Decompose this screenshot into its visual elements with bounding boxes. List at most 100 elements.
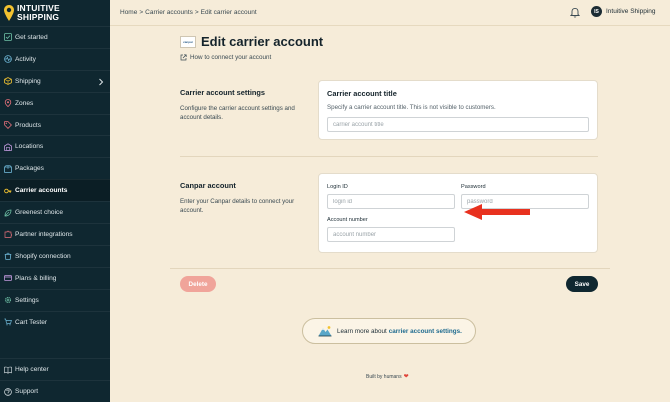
password-label: Password bbox=[461, 184, 486, 190]
mountain-illustration-icon bbox=[318, 326, 332, 337]
sidebar-item-label: Locations bbox=[15, 143, 44, 151]
breadcrumb-separator: > bbox=[139, 9, 144, 16]
puzzle-icon bbox=[4, 231, 12, 239]
sidebar-item-label: Settings bbox=[15, 296, 39, 304]
login-id-input[interactable] bbox=[327, 194, 455, 209]
sidebar-item-label: Greenest choice bbox=[15, 209, 64, 217]
package-icon bbox=[4, 165, 12, 173]
sidebar-item-shopify-connection[interactable]: Shopify connection bbox=[0, 244, 110, 267]
location-pin-logo-icon bbox=[4, 5, 14, 21]
carrier-account-settings-link[interactable]: carrier account settings. bbox=[389, 328, 462, 335]
page-title: Edit carrier account bbox=[201, 34, 324, 49]
activity-icon bbox=[4, 55, 12, 64]
sidebar-item-label: Shipping bbox=[15, 77, 41, 85]
sidebar-item-label: Partner integrations bbox=[15, 230, 73, 238]
sidebar-item-label: Carrier accounts bbox=[15, 187, 68, 195]
shipping-icon bbox=[4, 77, 12, 86]
leaf-icon bbox=[4, 209, 12, 216]
sidebar-item-label: Products bbox=[15, 121, 42, 129]
checklist-icon bbox=[4, 33, 12, 42]
avatar[interactable]: IS bbox=[591, 6, 602, 17]
sidebar-item-settings[interactable]: Settings bbox=[0, 288, 110, 311]
sidebar-item-label: Packages bbox=[15, 165, 44, 173]
annotation-arrow-icon bbox=[464, 204, 530, 220]
gear-icon bbox=[4, 297, 12, 304]
how-to-connect-text: How to connect your account bbox=[190, 54, 272, 61]
key-icon bbox=[4, 188, 12, 193]
sidebar-item-zones[interactable]: Zones bbox=[0, 91, 110, 114]
logo-text-line2: SHIPPING bbox=[17, 12, 60, 22]
breadcrumb-current: Edit carrier account bbox=[200, 9, 257, 16]
carrier-account-settings-heading: Carrier account settings bbox=[180, 88, 266, 97]
location-pin-icon bbox=[4, 99, 12, 108]
chevron-right-icon bbox=[99, 78, 104, 86]
shopify-icon bbox=[4, 253, 12, 261]
section-divider bbox=[180, 156, 598, 157]
sidebar-item-carrier-accounts[interactable]: Carrier accounts bbox=[0, 179, 110, 202]
sidebar-item-help-center[interactable]: Help center bbox=[0, 358, 110, 380]
breadcrumb-separator: > bbox=[194, 9, 199, 16]
sidebar-item-label: Help center bbox=[15, 366, 49, 373]
account-name[interactable]: Intuitive Shipping bbox=[606, 8, 656, 15]
sidebar-item-shipping[interactable]: Shipping bbox=[0, 69, 110, 92]
warehouse-icon bbox=[4, 143, 12, 151]
login-id-label: Login ID bbox=[327, 184, 348, 190]
actions-divider bbox=[170, 268, 610, 269]
account-number-input[interactable] bbox=[327, 227, 455, 242]
account-number-label: Account number bbox=[327, 217, 368, 223]
heart-icon: ❤ bbox=[403, 374, 409, 380]
canpar-account-description: Enter your Canpar details to connect you… bbox=[180, 198, 295, 214]
credit-card-icon bbox=[4, 275, 12, 282]
external-link-icon bbox=[180, 54, 187, 61]
sidebar-item-partner-integrations[interactable]: Partner integrations bbox=[0, 223, 110, 245]
canpar-logo: canpar bbox=[180, 35, 196, 48]
bell-icon[interactable] bbox=[570, 7, 580, 18]
book-icon bbox=[4, 366, 12, 374]
carrier-account-title-input[interactable] bbox=[327, 117, 589, 132]
sidebar-item-packages[interactable]: Packages bbox=[0, 157, 110, 179]
sidebar-item-get-started[interactable]: Get started bbox=[0, 26, 110, 48]
carrier-account-settings-description: Configure the carrier account settings a… bbox=[180, 105, 295, 121]
save-button[interactable]: Save bbox=[566, 276, 598, 292]
tag-icon bbox=[4, 121, 12, 129]
sidebar-item-label: Get started bbox=[15, 33, 48, 41]
sidebar-item-products[interactable]: Products bbox=[0, 113, 110, 136]
sidebar-item-greenest-choice[interactable]: Greenest choice bbox=[0, 201, 110, 223]
sidebar-item-activity[interactable]: Activity bbox=[0, 47, 110, 70]
delete-button[interactable]: Delete bbox=[180, 276, 216, 292]
sidebar-item-label: Zones bbox=[15, 99, 34, 107]
logo-text: INTUITIVE SHIPPING bbox=[17, 4, 60, 22]
sidebar-nav: Get started Activity Shipping Zones Prod… bbox=[0, 26, 110, 332]
main-content: canpar Edit carrier account How to conne… bbox=[110, 26, 670, 402]
built-by-text: Built by humans bbox=[366, 373, 402, 380]
canpar-credentials-card: Login ID Password Account number bbox=[318, 173, 598, 253]
cart-icon bbox=[4, 318, 12, 326]
help-circle-icon bbox=[4, 387, 12, 396]
sidebar-item-label: Support bbox=[15, 388, 39, 395]
breadcrumb-carrier-accounts[interactable]: Carrier accounts bbox=[145, 9, 193, 16]
carrier-account-title-card: Carrier account title Specify a carrier … bbox=[318, 80, 598, 140]
learn-more-banner[interactable]: Learn more about carrier account setting… bbox=[302, 318, 476, 344]
canpar-account-heading: Canpar account bbox=[180, 181, 236, 190]
sidebar-item-support[interactable]: Support bbox=[0, 380, 110, 402]
sidebar-item-label: Plans & billing bbox=[15, 274, 57, 282]
sidebar-item-plans-billing[interactable]: Plans & billing bbox=[0, 266, 110, 289]
breadcrumb: Home > Carrier accounts > Edit carrier a… bbox=[120, 9, 257, 16]
page-title-row: canpar Edit carrier account bbox=[180, 34, 323, 49]
footer-note: Built by humans ❤ bbox=[366, 373, 409, 381]
canpar-logo-text: canpar bbox=[183, 39, 193, 44]
how-to-connect-link[interactable]: How to connect your account bbox=[180, 54, 271, 61]
sidebar-item-locations[interactable]: Locations bbox=[0, 135, 110, 157]
sidebar-bottom-nav: Help center Support bbox=[0, 358, 110, 402]
carrier-account-title-heading: Carrier account title bbox=[327, 89, 397, 98]
learn-more-text: Learn more about bbox=[337, 327, 387, 335]
sidebar-item-label: Shopify connection bbox=[15, 252, 71, 260]
carrier-account-title-subtitle: Specify a carrier account title. This is… bbox=[327, 104, 496, 111]
breadcrumb-home[interactable]: Home bbox=[120, 9, 137, 16]
app-logo[interactable]: INTUITIVE SHIPPING bbox=[4, 4, 60, 22]
sidebar-item-cart-tester[interactable]: Cart Tester bbox=[0, 310, 110, 333]
sidebar: INTUITIVE SHIPPING Get started Activity … bbox=[0, 0, 110, 402]
top-header: Home > Carrier accounts > Edit carrier a… bbox=[110, 0, 670, 26]
sidebar-item-label: Activity bbox=[15, 55, 36, 63]
sidebar-item-label: Cart Tester bbox=[15, 318, 48, 326]
